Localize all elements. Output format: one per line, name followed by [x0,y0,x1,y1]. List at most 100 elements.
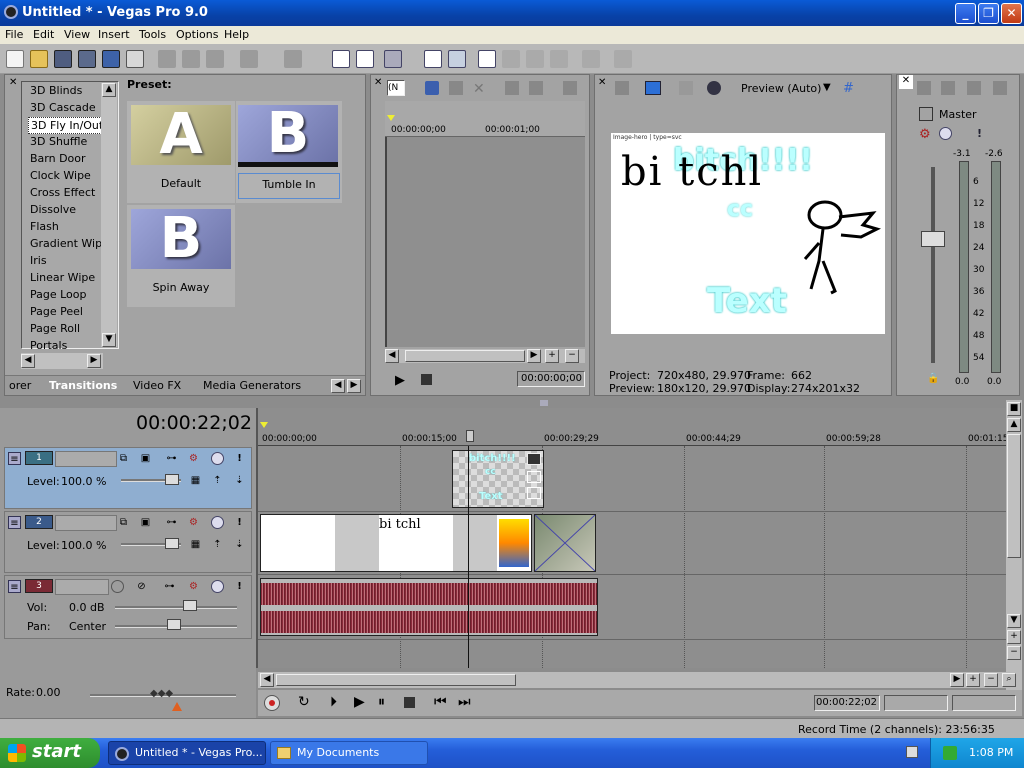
normal-edit-tool-icon[interactable] [478,50,496,68]
master-fx-gear-icon[interactable]: ⚙ [919,127,933,142]
cut-icon[interactable] [158,50,176,68]
pane-close-icon[interactable]: ✕ [899,75,913,89]
render-icon[interactable] [102,50,120,68]
mute-icon[interactable] [211,516,224,529]
track-fx-gear-icon[interactable]: ⚙ [187,580,200,593]
move-down-icon[interactable]: ⇣ [233,538,246,551]
selection-tool-icon[interactable] [526,50,544,68]
tabs-right-icon[interactable]: ▶ [347,379,361,393]
scroll-up-icon[interactable]: ▲ [102,83,116,97]
list-item[interactable]: Gradient Wipe [30,237,109,250]
list-item[interactable]: 3D Cascade [30,101,96,114]
move-down-icon[interactable]: ⇣ [233,474,246,487]
list-item[interactable]: Cross Effect [30,186,95,199]
list-item[interactable]: Clock Wipe [30,169,91,182]
scroll-left-icon[interactable]: ◀ [385,349,399,363]
track-expand-icon[interactable]: ≡ [8,516,21,529]
zoom-tool-icon[interactable] [550,50,568,68]
level-slider-thumb[interactable] [165,538,179,549]
trimmer-canvas[interactable] [385,137,585,347]
paste-icon[interactable] [206,50,224,68]
solo-icon[interactable]: ! [233,580,246,593]
track-cut-icon[interactable]: ▦ [189,538,202,551]
audio-event-clip[interactable] [260,578,598,636]
trimmer-split-icon[interactable] [563,81,577,95]
parent-icon[interactable]: ⊶ [165,452,178,465]
track-name-field[interactable] [55,515,117,531]
tab-explorer[interactable]: orer [9,379,31,392]
keyboard-tray-icon[interactable] [906,746,918,758]
parent-icon[interactable]: ⊶ [163,580,176,593]
track-name-field[interactable] [55,451,117,467]
timeline-vertical-scrollbar[interactable]: ■ ▲ ▼ + − [1006,400,1022,690]
auto-crossfade-icon[interactable] [356,50,374,68]
play-from-start-icon[interactable]: ⏵ [330,694,337,710]
ripple-edit-icon[interactable] [384,50,402,68]
pane-close-icon[interactable]: ✕ [374,77,382,88]
preset-spin-away[interactable]: B Spin Away [127,205,235,307]
scroll-right-icon[interactable]: ▶ [527,349,541,363]
track-fx-gear-icon[interactable]: ⚙ [187,452,200,465]
list-item[interactable]: Page Peel [30,305,83,318]
envelope-tool-icon[interactable] [502,50,520,68]
loop-icon[interactable]: ↻ [298,694,310,710]
properties-icon[interactable] [126,50,144,68]
generated-media-icon[interactable] [527,453,541,465]
grid-icon[interactable]: # [843,81,857,96]
zoom-out-icon[interactable]: − [984,673,998,687]
track-header-1[interactable]: ≡ 1 ⧉ ▣ ⊶ ⚙ ! Level: 100.0 % ▦ ⇡ ⇣ [4,447,252,509]
scroll-up-icon[interactable]: ▲ [1007,418,1021,432]
parent-icon[interactable]: ⊶ [165,516,178,529]
track-list-menu-icon[interactable]: ■ [1007,402,1021,416]
mute-icon[interactable] [211,452,224,465]
playhead-handle[interactable] [466,430,474,442]
preview-frame[interactable]: Image-hero | type=svc bitch!!!! bi tchl … [611,133,885,334]
track-motion-icon[interactable]: ⧉ [117,452,130,465]
close-button[interactable]: ✕ [1001,3,1022,24]
go-to-end-icon[interactable]: ⏭ [458,694,471,710]
track-fx-gear-icon[interactable]: ⚙ [187,516,200,529]
scroll-thumb[interactable] [1007,434,1021,558]
menu-file[interactable]: File [5,28,23,41]
menu-insert[interactable]: Insert [98,28,130,41]
list-item-selected[interactable]: 3D Fly In/Out [28,117,107,134]
trimmer-stop-icon[interactable] [421,374,432,385]
play-icon[interactable]: ▶ [354,694,365,710]
trimmer-play-icon[interactable]: ▶ [395,373,405,388]
volume-slider-thumb[interactable] [183,600,197,611]
mixer-menu-icon[interactable] [993,81,1007,95]
move-up-icon[interactable]: ⇡ [211,474,224,487]
list-item[interactable]: Iris [30,254,47,267]
ignore-grouping-icon[interactable] [448,50,466,68]
track-expand-icon[interactable]: ≡ [8,452,21,465]
menu-tools[interactable]: Tools [139,28,166,41]
pause-icon[interactable]: ⏸ [378,694,385,710]
list-item[interactable]: Linear Wipe [30,271,95,284]
composite-mode-icon[interactable]: ▣ [139,452,152,465]
trimmer-clear-icon[interactable]: ✕ [473,81,487,97]
level-slider-thumb[interactable] [165,474,179,485]
list-horizontal-scrollbar[interactable]: ◀ ▶ [21,353,103,369]
composite-mode-icon[interactable]: ▣ [139,516,152,529]
video-event-clip[interactable]: bi tchl [260,514,532,572]
stop-icon[interactable] [404,697,415,708]
scroll-left-icon[interactable]: ◀ [260,673,274,687]
copy-icon[interactable] [182,50,200,68]
external-monitor-icon[interactable] [645,81,661,95]
track-motion-icon[interactable]: ⧉ [117,516,130,529]
trimmer-marker-icon[interactable] [449,81,463,95]
pane-close-icon[interactable]: ✕ [9,77,17,88]
menu-edit[interactable]: Edit [33,28,54,41]
master-solo-icon[interactable]: ! [977,127,982,140]
zoom-in-icon[interactable]: + [545,349,559,363]
zoom-out-icon[interactable]: − [1007,646,1021,660]
menu-options[interactable]: Options [176,28,218,41]
zoom-tool-icon[interactable]: ⌕ [1002,673,1016,687]
text-event-clip[interactable]: bitch!!!! cc Text [452,450,544,508]
trimmer-media-dropdown[interactable]: (N [387,80,405,96]
scroll-left-icon[interactable]: ◀ [21,354,35,368]
save-as-icon[interactable] [78,50,96,68]
list-item[interactable]: Portals [30,339,67,352]
lock-envelopes-icon[interactable] [424,50,442,68]
pan-slider-thumb[interactable] [167,619,181,630]
